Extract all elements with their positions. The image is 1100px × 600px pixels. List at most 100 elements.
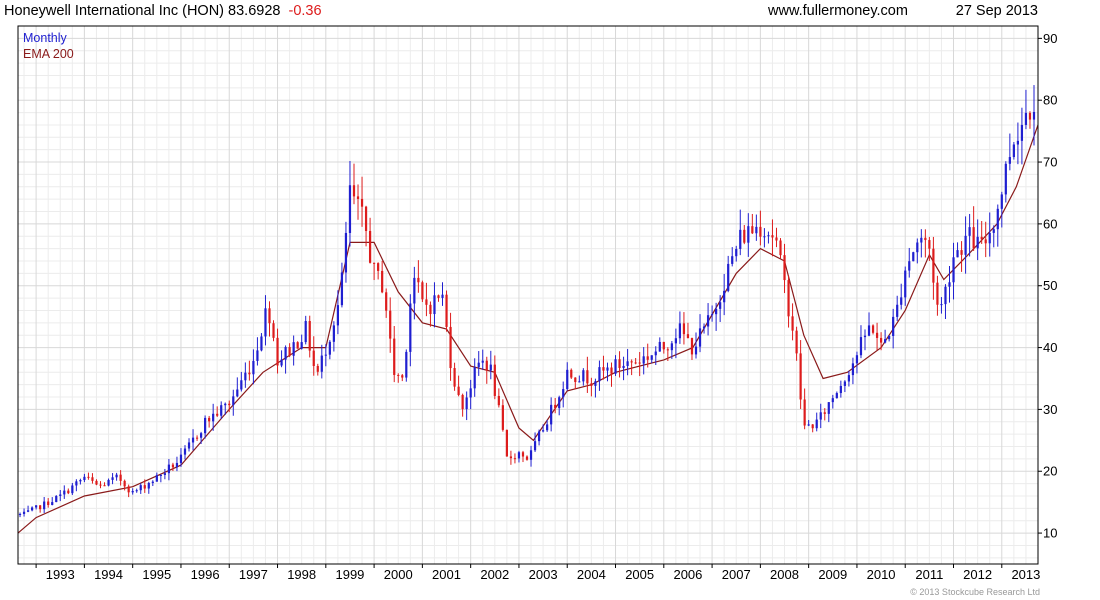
y-tick-label: 30	[1043, 402, 1057, 417]
candle-body	[871, 325, 875, 333]
candle-body	[87, 476, 90, 478]
candle-body	[936, 282, 939, 305]
candle-body	[735, 248, 738, 257]
candle-body	[723, 290, 726, 303]
candle-body	[537, 431, 541, 442]
candle-body	[827, 402, 830, 414]
candle-body	[574, 377, 577, 383]
candle-body	[859, 337, 863, 356]
candle-body	[147, 482, 150, 489]
candle-body	[879, 337, 883, 343]
candle-body	[920, 237, 923, 243]
candle-body	[155, 475, 158, 482]
candle-body	[393, 338, 396, 375]
candle-body	[719, 302, 722, 309]
candle-body	[336, 305, 340, 326]
candle-body	[449, 326, 452, 369]
candle-body	[143, 485, 146, 489]
candle-body	[79, 480, 82, 482]
candle-body	[807, 424, 810, 426]
candle-body	[875, 332, 879, 338]
candle-body	[127, 486, 130, 493]
candle-body	[767, 235, 770, 237]
candle-body	[397, 374, 400, 376]
candle-body	[445, 294, 448, 327]
candle-body	[570, 369, 573, 378]
candle-body	[324, 354, 327, 356]
candle-body	[839, 385, 842, 394]
candle-body	[622, 365, 625, 368]
candle-body	[546, 424, 549, 431]
candle-body	[984, 239, 987, 244]
candle-body	[493, 364, 496, 396]
candle-body	[385, 292, 388, 311]
candle-body	[159, 474, 162, 476]
candle-body	[461, 394, 464, 410]
candle-body	[232, 396, 235, 406]
x-tick-label: 2009	[818, 567, 847, 582]
candle-body	[344, 232, 348, 273]
ema-series	[17, 124, 1039, 534]
candle-body	[835, 393, 838, 399]
candle-body	[743, 229, 746, 243]
candle-body	[715, 308, 718, 315]
price-change: -0.36	[288, 3, 321, 19]
candle-body	[706, 315, 710, 327]
candle-body	[525, 456, 529, 460]
candle-body	[421, 282, 424, 300]
candle-body	[83, 476, 86, 481]
candle-body	[43, 501, 46, 510]
candle-body	[682, 323, 686, 335]
x-tick-label: 2008	[770, 567, 799, 582]
candle-body	[783, 255, 786, 281]
candle-body	[360, 198, 364, 207]
candle-body	[51, 502, 54, 505]
candle-body	[533, 441, 537, 451]
candle-body	[550, 404, 553, 425]
x-tick-label: 2013	[1011, 567, 1040, 582]
stock-chart: Honeywell International Inc (HON) 83.692…	[4, 3, 1057, 597]
candle-body	[650, 355, 653, 360]
candle-body	[702, 326, 706, 329]
candle-body	[795, 330, 798, 354]
candle-body	[843, 381, 846, 386]
candle-body	[1028, 112, 1032, 120]
candle-body	[787, 280, 790, 317]
candle-body	[642, 356, 645, 364]
candle-body	[586, 370, 589, 384]
candle-body	[485, 360, 488, 371]
x-tick-label: 1996	[191, 567, 220, 582]
candle-body	[562, 389, 565, 398]
ema-line	[17, 124, 1039, 534]
y-tick-label: 70	[1043, 155, 1057, 170]
legend-period: Monthly	[23, 31, 68, 45]
candle-body	[216, 413, 219, 416]
candle-body	[755, 226, 758, 234]
candle-body	[855, 355, 859, 364]
candle-body	[686, 334, 690, 339]
candle-body	[276, 337, 279, 366]
candle-body	[638, 362, 641, 364]
candle-body	[199, 433, 203, 438]
candle-body	[171, 464, 175, 468]
candle-body	[1024, 112, 1028, 125]
candle-body	[815, 419, 818, 429]
candle-body	[678, 323, 682, 339]
candle-body	[896, 304, 899, 317]
candle-body	[980, 236, 983, 240]
candle-body	[582, 370, 585, 382]
candle-body	[195, 437, 199, 439]
x-tick-label: 2003	[529, 567, 558, 582]
candle-body	[55, 495, 58, 503]
candle-body	[99, 484, 102, 486]
candle-body	[803, 399, 806, 426]
x-tick-label: 1997	[239, 567, 268, 582]
candle-body	[634, 362, 637, 364]
candle-body	[26, 510, 30, 512]
candle-body	[823, 412, 826, 414]
candle-body	[296, 342, 299, 349]
candle-body	[280, 359, 283, 366]
candle-body	[187, 442, 191, 449]
candle-body	[646, 356, 649, 360]
y-tick-label: 90	[1043, 31, 1057, 46]
